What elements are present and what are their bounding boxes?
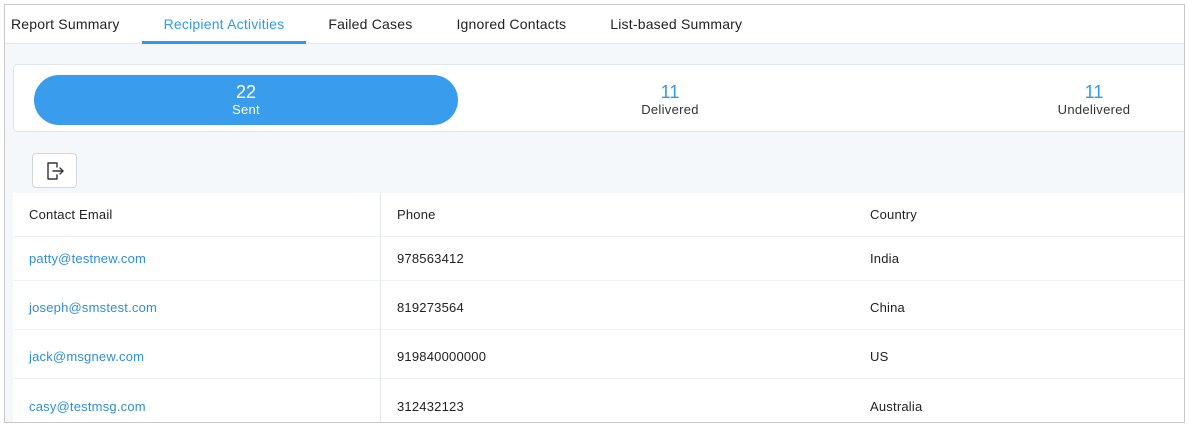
report-tabs: Report Summary Recipient Activities Fail… xyxy=(5,5,1184,44)
header-country[interactable]: Country xyxy=(870,193,917,236)
table-header-row: Contact Email Phone Country xyxy=(13,193,1184,237)
tab-failed-cases[interactable]: Failed Cases xyxy=(306,5,434,43)
table-row: joseph@smstest.com 819273564 China xyxy=(13,286,1184,330)
tab-report-summary[interactable]: Report Summary xyxy=(5,5,142,43)
phone-cell: 978563412 xyxy=(397,251,464,266)
table-row: patty@testnew.com 978563412 India xyxy=(13,237,1184,281)
stat-delivered-label: Delivered xyxy=(641,102,699,117)
contact-email-link[interactable]: jack@msgnew.com xyxy=(29,335,144,378)
country-cell: US xyxy=(870,349,889,364)
export-button[interactable] xyxy=(32,153,77,188)
stat-sent-label: Sent xyxy=(232,102,260,117)
stat-undelivered-label: Undelivered xyxy=(1057,102,1131,117)
contact-email-link[interactable]: casy@testmsg.com xyxy=(29,384,146,422)
contact-email-link[interactable]: joseph@smstest.com xyxy=(29,286,157,329)
export-icon xyxy=(46,161,64,180)
stat-delivered[interactable]: 11 Delivered xyxy=(470,75,870,125)
contact-email-link[interactable]: patty@testnew.com xyxy=(29,237,146,280)
header-contact-email[interactable]: Contact Email xyxy=(29,193,113,236)
stat-sent-count: 22 xyxy=(235,82,257,102)
phone-cell: 312432123 xyxy=(397,398,464,414)
stat-sent[interactable]: 22 Sent xyxy=(34,75,458,125)
country-cell: Australia xyxy=(870,398,923,414)
tab-recipient-activities[interactable]: Recipient Activities xyxy=(141,5,307,44)
tab-list-based-summary[interactable]: List-based Summary xyxy=(588,5,764,43)
stat-delivered-count: 11 xyxy=(660,82,680,102)
phone-cell: 919840000000 xyxy=(397,349,487,364)
stat-undelivered[interactable]: 11 Undelivered xyxy=(894,75,1184,125)
country-cell: India xyxy=(870,251,900,266)
tab-ignored-contacts[interactable]: Ignored Contacts xyxy=(434,5,588,43)
recipients-table: Contact Email Phone Country patty@testne… xyxy=(13,193,1184,422)
header-phone[interactable]: Phone xyxy=(397,193,436,236)
phone-cell: 819273564 xyxy=(397,300,464,315)
table-row: casy@testmsg.com 312432123 Australia xyxy=(13,384,1184,422)
report-panel: Report Summary Recipient Activities Fail… xyxy=(4,4,1185,423)
stat-undelivered-count: 11 xyxy=(1084,82,1104,102)
stats-card: 22 Sent 11 Delivered 11 Undelivered xyxy=(13,64,1184,132)
country-cell: China xyxy=(870,300,905,315)
table-row: jack@msgnew.com 919840000000 US xyxy=(13,335,1184,379)
